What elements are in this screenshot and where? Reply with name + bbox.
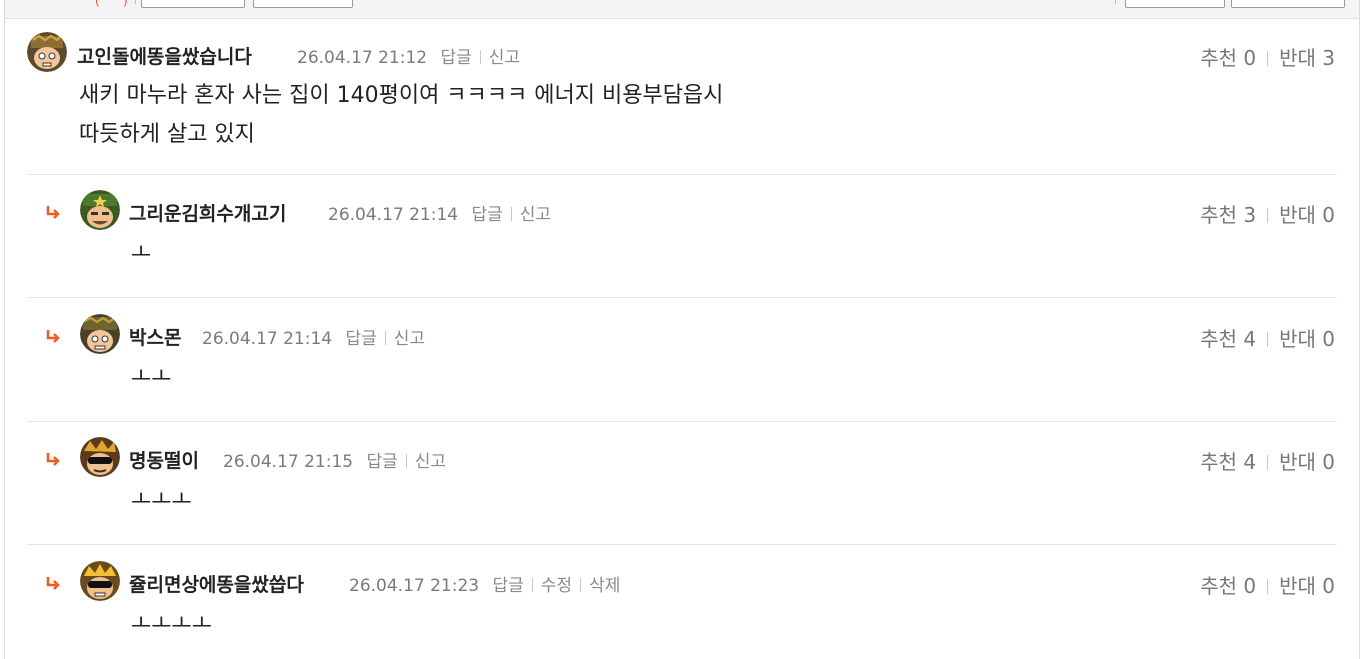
oppose-count: 0: [1322, 327, 1335, 351]
recommend-button[interactable]: 추천 3: [1200, 203, 1256, 227]
vote-box: 추천 0 반대 0: [1200, 570, 1335, 599]
vote-divider: [1267, 579, 1269, 594]
oppose-count: 0: [1322, 203, 1335, 227]
recommend-button[interactable]: 추천 0: [1200, 46, 1256, 70]
comment-author[interactable]: 명동떨이: [129, 446, 199, 473]
comment-meta: 26.04.17 21:14 답글 신고: [202, 324, 425, 349]
sunglasses-avatar-icon[interactable]: [80, 561, 120, 601]
reply-arrow-icon: [46, 330, 60, 343]
meta-divider: [580, 578, 582, 592]
reply-arrow-icon: [46, 453, 60, 466]
comment-date: 26.04.17 21:14: [202, 329, 333, 349]
soldier-avatar-icon[interactable]: [27, 32, 67, 72]
comment-date: 26.04.17 21:12: [297, 48, 428, 68]
oppose-count: 0: [1322, 450, 1335, 474]
reply-link[interactable]: 답글: [441, 48, 472, 68]
comment-meta: 26.04.17 21:23 답글 수정 삭제: [349, 571, 620, 596]
vote-divider: [1267, 51, 1269, 66]
report-link[interactable]: 신고: [520, 205, 551, 225]
report-link[interactable]: 신고: [489, 48, 520, 68]
comment-date: 26.04.17 21:14: [328, 205, 459, 225]
reply-link[interactable]: 답글: [346, 329, 377, 349]
sunglasses-avatar-icon[interactable]: [80, 437, 120, 477]
comment-count-badge: (: [95, 0, 100, 8]
comment-divider: [27, 297, 1337, 298]
meta-divider: [384, 331, 386, 345]
comment-body: ㅗㅗㅗ: [131, 481, 192, 520]
comment-author[interactable]: 박스몬: [129, 323, 181, 350]
recommend-count: 4: [1243, 450, 1257, 474]
comment-line: ㅗ: [131, 241, 152, 266]
report-link[interactable]: 신고: [394, 329, 425, 349]
recommend-count: 3: [1243, 203, 1257, 227]
reply-arrow-icon: [46, 206, 60, 219]
vote-box: 추천 4 반대 0: [1200, 323, 1335, 352]
vote-box: 추천 4 반대 0: [1200, 446, 1335, 475]
meta-divider: [479, 50, 481, 64]
comment-line: ㅗㅗㅗ: [131, 488, 192, 513]
comment-divider: [27, 174, 1337, 175]
recommend-button[interactable]: 추천 4: [1200, 450, 1256, 474]
comment-author[interactable]: 고인돌에똥을쌌습니다: [77, 42, 252, 69]
recommend-count: 0: [1243, 574, 1257, 598]
comment-line: 따듯하게 살고 있지: [79, 122, 255, 147]
meta-divider: [510, 207, 512, 221]
meta-divider: [405, 454, 407, 468]
delete-link[interactable]: 삭제: [589, 576, 620, 596]
recommend-count: 4: [1243, 327, 1257, 351]
comment-body: ㅗㅗ: [131, 358, 171, 397]
edit-link[interactable]: 수정: [541, 576, 572, 596]
oppose-button[interactable]: 반대 0: [1279, 327, 1335, 351]
comment-line: ㅗㅗㅗㅗ: [131, 612, 212, 637]
recommend-button[interactable]: 추천 0: [1200, 574, 1256, 598]
oppose-count: 3: [1322, 46, 1335, 70]
comment-line: ㅗㅗ: [131, 365, 172, 390]
toolbar-button-2[interactable]: [253, 0, 353, 8]
vote-box: 추천 3 반대 0: [1200, 199, 1335, 228]
comment-date: 26.04.17 21:15: [223, 452, 354, 472]
comment-author[interactable]: 쥴리면상에똥을쌌씁다: [129, 570, 304, 597]
comment-meta: 26.04.17 21:14 답글 신고: [328, 200, 551, 225]
vote-box: 추천 0 반대 3: [1200, 42, 1335, 71]
oppose-button[interactable]: 반대 0: [1279, 574, 1335, 598]
reply-link[interactable]: 답글: [367, 452, 398, 472]
reply-arrow-icon: [46, 577, 60, 590]
soldier-avatar-icon[interactable]: [80, 314, 120, 354]
comment-author[interactable]: 그리운김희수개고기: [129, 199, 286, 226]
comment-meta: 26.04.17 21:15 답글 신고: [223, 447, 446, 472]
comment-section: ( ) 고인돌에똥을쌌습니다 26.04.17 21:12 답글 신고 추천 0…: [4, 0, 1360, 659]
oppose-button[interactable]: 반대 3: [1279, 46, 1335, 70]
comment-date: 26.04.17 21:23: [349, 576, 480, 596]
toolbar-divider-right: [1115, 0, 1116, 4]
recommend-button[interactable]: 추천 4: [1200, 327, 1256, 351]
oppose-button[interactable]: 반대 0: [1279, 450, 1335, 474]
comment-body: 새키 마누라 혼자 사는 집이 140평이여 ㅋㅋㅋㅋ 에너지 비용부담읍시 따…: [79, 76, 723, 154]
reply-link[interactable]: 답글: [472, 205, 503, 225]
meta-divider: [531, 578, 533, 592]
toolbar-button-3[interactable]: [1125, 0, 1225, 8]
comment-divider: [27, 421, 1337, 422]
comment-count-badge-end: ): [123, 0, 128, 8]
comment-meta: 26.04.17 21:12 답글 신고: [297, 43, 520, 68]
comment-divider: [27, 544, 1337, 545]
vote-divider: [1267, 455, 1269, 470]
vote-divider: [1267, 208, 1269, 223]
toolbar-divider: [135, 0, 136, 4]
toolbar-button-4[interactable]: [1231, 0, 1345, 8]
comment-toolbar: ( ): [5, 0, 1359, 19]
toolbar-button-1[interactable]: [141, 0, 245, 8]
recommend-count: 0: [1243, 46, 1257, 70]
report-link[interactable]: 신고: [415, 452, 446, 472]
general-avatar-icon[interactable]: [80, 190, 120, 230]
comment-line: 새키 마누라 혼자 사는 집이 140평이여 ㅋㅋㅋㅋ 에너지 비용부담읍시: [79, 83, 724, 108]
reply-link[interactable]: 답글: [493, 576, 524, 596]
vote-divider: [1267, 332, 1269, 347]
comment-body: ㅗㅗㅗㅗ: [131, 605, 212, 644]
comment-body: ㅗ: [131, 234, 151, 273]
oppose-count: 0: [1322, 574, 1335, 598]
oppose-button[interactable]: 반대 0: [1279, 203, 1335, 227]
